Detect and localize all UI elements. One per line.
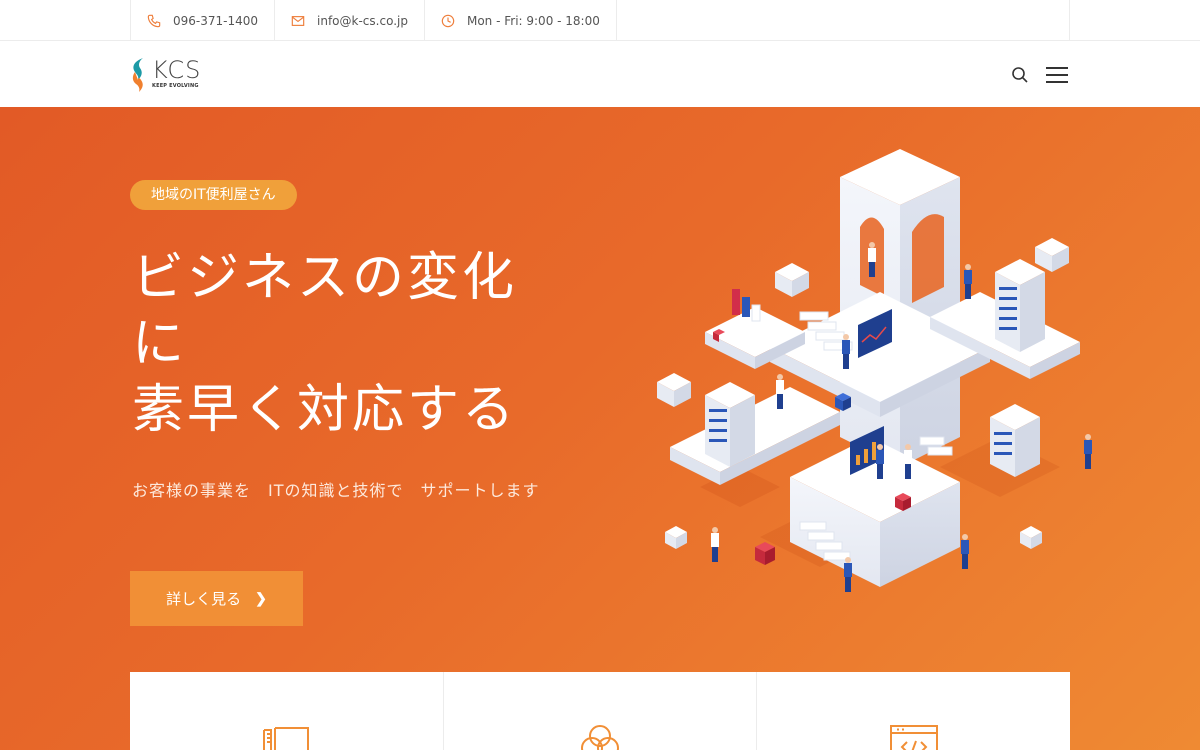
search-button[interactable] (1011, 66, 1029, 84)
business-hours: Mon - Fri: 9:00 - 18:00 (466, 13, 600, 28)
logo-mark-icon (132, 58, 143, 92)
feature-card-2[interactable] (444, 672, 758, 750)
logo[interactable]: KCS KEEP EVOLVING (129, 57, 201, 93)
phone-number: 096-371-1400 (173, 13, 259, 28)
phone-info[interactable]: 096-371-1400 (131, 0, 276, 41)
email-info[interactable]: info@k-cs.co.jp (275, 0, 425, 41)
learn-more-label: 詳しく見る (166, 591, 242, 608)
site-header: KCS KEEP EVOLVING (0, 41, 1200, 107)
code-window-icon (889, 725, 938, 750)
book-icon (263, 727, 310, 750)
hours-info: Mon - Fri: 9:00 - 18:00 (425, 0, 617, 41)
isometric-building-illustration (657, 149, 1092, 592)
phone-icon (147, 14, 161, 27)
clock-icon (441, 14, 455, 27)
email-address: info@k-cs.co.jp (317, 13, 408, 28)
top-info-bar: 096-371-1400 info@k-cs.co.jp Mon - Fri: … (0, 0, 1200, 41)
chevron-right-icon: ❯ (255, 590, 267, 606)
logo-tagline: KEEP EVOLVING (152, 83, 199, 89)
headline-line-3: 素早く対応する (132, 380, 518, 440)
feature-cards (130, 672, 1070, 750)
hero-subtext: お客様の事業を ITの知識と技術で サポートします (132, 481, 540, 500)
hero-badge: 地域のIT便利屋さん (130, 180, 297, 210)
headline-line-2: に (132, 314, 188, 374)
headline-line-1: ビジネスの変化 (132, 248, 518, 308)
search-icon (1012, 67, 1028, 83)
learn-more-button[interactable]: 詳しく見る ❯ (130, 571, 303, 626)
circles-icon (581, 725, 619, 750)
mail-icon (291, 15, 305, 26)
hamburger-menu-icon[interactable] (1046, 67, 1068, 83)
hero-section: 地域のIT便利屋さん ビジネスの変化 に 素早く対応する お客様の事業を ITの… (0, 107, 1200, 750)
feature-card-3[interactable] (757, 672, 1070, 750)
hero-headline: ビジネスの変化 に 素早く対応する (132, 245, 517, 443)
feature-card-1[interactable] (130, 672, 444, 750)
logo-name: KCS (152, 56, 202, 84)
